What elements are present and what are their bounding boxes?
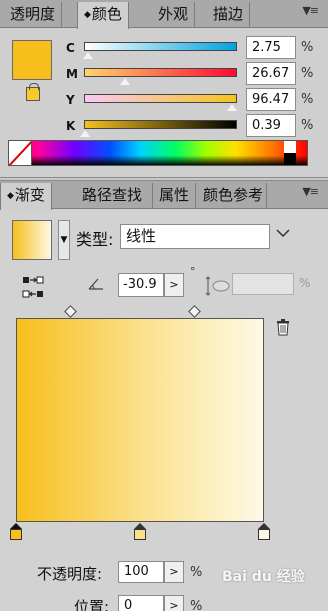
tab-color-label: 颜色: [91, 5, 122, 23]
none-color-swatch[interactable]: [8, 140, 32, 166]
tab-transparency[interactable]: 透明度: [4, 2, 63, 28]
gradient-slider-preview[interactable]: [16, 318, 264, 522]
trash-icon[interactable]: [276, 318, 290, 336]
tab-stroke-label: 描边: [213, 5, 244, 23]
aspect-ratio-input[interactable]: [232, 273, 294, 295]
gradient-swatch[interactable]: [12, 220, 52, 260]
panel-menu-icon[interactable]: ▼≡: [302, 185, 319, 198]
tab-pathfinder-label: 路径查找: [82, 186, 143, 204]
tab-attributes-label: 属性: [159, 186, 190, 204]
chevron-right-icon: >: [169, 565, 179, 578]
gradient-stop-color: [10, 529, 22, 540]
channel-unit-c: %: [301, 40, 314, 55]
angle-dropdown-button[interactable]: >: [164, 273, 184, 297]
tab-attributes[interactable]: 属性: [153, 183, 197, 209]
channel-unit-m: %: [301, 66, 314, 81]
panel-menu-icon[interactable]: ▼≡: [302, 4, 319, 17]
color-spectrum-bar[interactable]: [8, 140, 308, 166]
color-panel: 透明度 ◆颜色 外观 描边 ▼≡ C 2.75% M 26.67% Y 96.47% K 0.…: [0, 0, 328, 178]
tab-pathfinder[interactable]: 路径查找: [76, 183, 153, 209]
type-label: 类型:: [76, 230, 114, 249]
tab-collapse-icon: ◆: [84, 10, 91, 20]
tab-collapse-icon: ◆: [7, 191, 14, 201]
channel-input-y[interactable]: 96.47: [246, 88, 296, 111]
location-label: 位置:: [74, 598, 110, 611]
slider-track-k[interactable]: [84, 120, 237, 129]
opacity-dropdown-button[interactable]: >: [164, 561, 184, 583]
tab-appearance-label: 外观: [158, 5, 189, 23]
color-panel-tabbar: 透明度 ◆颜色 外观 描边 ▼≡: [0, 0, 328, 29]
slider-track-m[interactable]: [84, 68, 237, 77]
slider-thumb-y[interactable]: [225, 103, 238, 112]
tab-gradient-label: 渐变: [14, 186, 45, 204]
location-dropdown-button[interactable]: >: [164, 595, 184, 611]
chevron-down-icon[interactable]: [276, 226, 290, 242]
location-unit: %: [190, 599, 203, 611]
channel-label-c: C: [66, 41, 75, 55]
gradient-panel: ◆渐变 路径查找 属性 颜色参考 ▼≡ ▼ 类型: 线性 -30.9 > ° %…: [0, 180, 328, 611]
reverse-gradient-icon[interactable]: [22, 276, 44, 298]
channel-unit-k: %: [301, 118, 314, 133]
white-swatch[interactable]: [284, 141, 296, 153]
slider-thumb-m[interactable]: [118, 77, 131, 86]
gradient-midpoint-diamond[interactable]: [187, 305, 201, 318]
triangle-down-icon: ▼: [60, 235, 68, 245]
baidu-watermark: Bai du 经验: [222, 569, 305, 585]
gradient-type-select[interactable]: 线性: [120, 224, 270, 249]
chevron-right-icon: >: [169, 599, 179, 611]
gradient-stop[interactable]: [10, 523, 22, 540]
tab-gradient[interactable]: ◆渐变: [0, 183, 52, 210]
channel-label-m: M: [66, 67, 78, 81]
gradient-stop-color: [134, 529, 146, 540]
angle-input[interactable]: -30.9: [118, 273, 164, 297]
opacity-unit: %: [190, 565, 203, 580]
channel-input-k[interactable]: 0.39: [246, 114, 296, 137]
black-swatch[interactable]: [284, 153, 296, 165]
channel-label-k: K: [66, 119, 76, 133]
aspect-ratio-icon: [204, 275, 230, 297]
degree-unit: °: [190, 265, 196, 278]
gradient-swatch-dropdown[interactable]: ▼: [58, 220, 70, 260]
tab-color[interactable]: ◆颜色: [77, 2, 129, 29]
gradient-panel-tabbar: ◆渐变 路径查找 属性 颜色参考 ▼≡: [0, 181, 328, 210]
slider-track-c[interactable]: [84, 42, 237, 51]
tab-color-guide-label: 颜色参考: [203, 186, 264, 204]
tab-transparency-label: 透明度: [10, 5, 56, 23]
tab-stroke[interactable]: 描边: [207, 2, 251, 28]
channel-input-c[interactable]: 2.75: [246, 36, 296, 59]
aspect-ratio-unit: %: [299, 276, 311, 290]
slider-track-y[interactable]: [84, 94, 237, 103]
angle-icon: [88, 277, 104, 295]
tab-appearance[interactable]: 外观: [152, 2, 196, 28]
out-of-web-gamut-icon[interactable]: [26, 83, 40, 101]
gradient-stop-color: [258, 529, 270, 540]
channel-label-y: Y: [66, 93, 75, 107]
opacity-label: 不透明度:: [37, 565, 103, 583]
gradient-stop[interactable]: [134, 523, 146, 540]
chevron-right-icon: >: [169, 278, 179, 291]
gradient-stop[interactable]: [258, 523, 270, 540]
fill-color-swatch[interactable]: [12, 40, 52, 80]
slider-thumb-c[interactable]: [82, 51, 95, 60]
slider-thumb-k[interactable]: [78, 129, 91, 138]
opacity-input[interactable]: 100: [118, 561, 164, 583]
channel-unit-y: %: [301, 92, 314, 107]
tab-color-guide[interactable]: 颜色参考: [197, 183, 267, 209]
location-input[interactable]: 0: [118, 595, 164, 611]
channel-input-m[interactable]: 26.67: [246, 62, 296, 85]
gradient-midpoint-diamond[interactable]: [63, 305, 77, 318]
